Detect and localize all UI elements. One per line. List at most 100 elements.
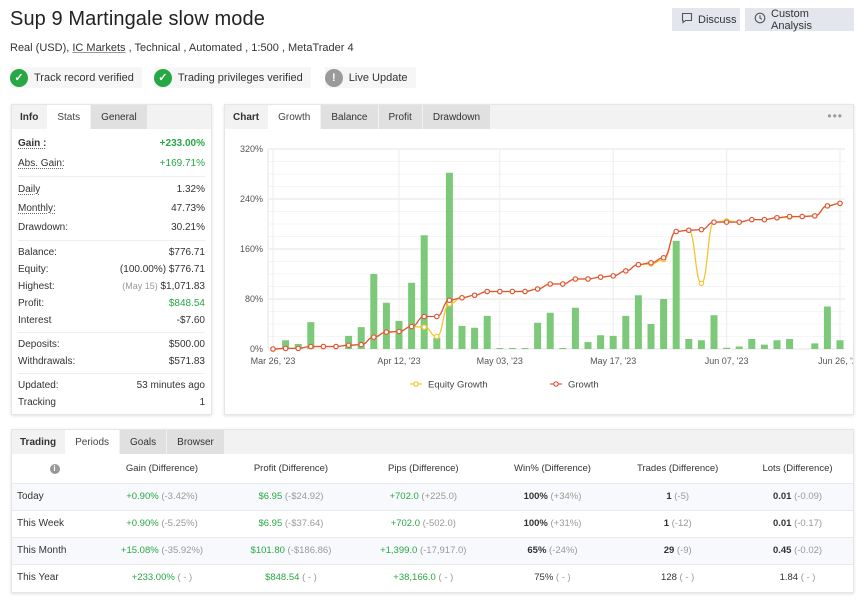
table-header-row: i Gain (Difference) Profit (Difference) … [12,454,853,483]
bar [483,315,491,349]
tab-general[interactable]: General [91,105,147,129]
bar [672,240,680,349]
chart-grid [267,148,845,350]
cell-difference: (-5.25%) [161,518,198,529]
cell-value: 65% [527,545,547,556]
period-label: This Year [12,563,97,591]
tab-drawdown[interactable]: Drawdown [422,105,491,129]
growth-point [295,345,302,352]
growth-point [698,226,705,233]
withdrawals-label: Withdrawals: [18,356,76,367]
bar [609,335,617,349]
withdrawals-value: $571.83 [168,356,205,367]
broker-link[interactable]: IC Markets [72,42,125,54]
tab-balance[interactable]: Balance [321,105,378,129]
y-tick-label: 240% [240,194,263,204]
tab-stats[interactable]: Stats [47,105,91,129]
tab-chart[interactable]: Chart [225,105,268,129]
growth-point [597,274,604,280]
badge-label: Live Update [348,71,408,84]
abs-gain-label[interactable]: Abs. Gain: [18,158,65,169]
cell-difference: ( - ) [679,572,695,584]
legend-label[interactable]: Growth [568,380,599,391]
tab-profit[interactable]: Profit [378,105,422,129]
divider [18,240,205,241]
custom-analysis-button[interactable]: Custom Analysis [745,7,854,32]
page-title: Sup 9 Martingale slow mode [10,8,265,30]
info-circle-icon[interactable]: i [49,463,60,474]
divider [18,332,205,333]
cell-difference: (-5) [674,491,690,502]
equity-growth-point [698,280,705,287]
growth-point [471,292,478,299]
growth-point [358,341,365,348]
legend-marker [553,381,559,387]
tab-trading[interactable]: Trading [12,430,65,454]
gain-value: +233.00% [159,137,205,149]
cell-difference: ( - ) [555,572,571,584]
growth-point [660,254,667,261]
bar [647,324,655,349]
column-header: Profit (Difference) [253,462,329,474]
cell-difference: (+225.0) [421,491,458,502]
growth-point [446,297,453,304]
bar [408,282,416,349]
exclamation-circle-icon: ! [324,68,343,87]
tracking-row: Tracking 1 [18,394,205,411]
balance-value: $776.71 [168,247,205,258]
daily-label[interactable]: Daily [18,184,40,195]
highest-label: Highest: [18,281,55,292]
custom-analysis-label: Custom Analysis [771,7,812,32]
cell-value: 128 [661,572,677,584]
cell-value: +15.08% [120,545,159,556]
growth-point [610,273,617,279]
growth-point [685,227,692,234]
bar [773,340,781,349]
discuss-button[interactable]: Discuss [672,8,740,31]
bar [559,348,567,349]
chart-ticks: 0% 80% 160% 240% 320% Mar 26, '23 Apr 12, '23 M… [240,144,853,366]
cell-value: 1 [663,518,669,529]
badge-live-update[interactable]: ! Live Update [324,67,416,88]
tab-info[interactable]: Info [12,105,47,129]
daily-row: Daily 1.32% [18,180,205,199]
tab-browser[interactable]: Browser [167,430,224,454]
growth-point [711,219,717,225]
growth-point [559,281,566,287]
period-label: Today [12,482,97,510]
more-horizontal-icon[interactable]: ••• [827,109,843,123]
gain-label[interactable]: Gain : [18,138,46,149]
tab-growth[interactable]: Growth [268,105,321,129]
cell-difference: (-$24.92) [284,491,324,502]
tab-goals[interactable]: Goals [120,430,167,454]
cell-value: +702.0 [389,491,419,502]
periods-panel: Trading Periods Goals Browser i Gain (Di… [11,429,854,593]
bar [597,335,605,349]
table-row: Today +0.90% (-3.42%) $6.95 (-$24.92) +702.… [12,482,853,510]
cell-value: +702.0 [390,518,420,529]
cell-difference: (-35.92%) [161,545,204,556]
account-subtitle: Real (USD), IC Markets , Technical , Aut… [10,42,354,54]
table-row: This Week +0.90% (-5.25%) $6.95 (-$37.64) +… [12,509,853,537]
growth-point [572,276,579,282]
monthly-row: Monthly: 47.73% [18,199,205,218]
growth-point [308,343,314,350]
cell-value: +38,166.0 [393,572,436,584]
table-cell: +15.08% (-35.92%) [97,536,227,564]
bar [584,342,592,349]
y-tick-label: 320% [240,144,263,154]
highest-row: Highest: (May 15) $1,071.83 [18,278,205,295]
legend-label[interactable]: Equity Growth [428,380,488,391]
check-circle-icon: ✓ [10,68,28,87]
table-cell: 1.84 ( - ) [742,563,853,591]
growth-point [383,329,390,335]
bar [634,295,642,349]
tab-periods[interactable]: Periods [65,430,120,454]
growth-point [484,288,491,295]
period-label: This Month [12,536,97,564]
bar [735,346,743,349]
column-header: Trades (Difference) [637,462,719,474]
divider [18,176,205,177]
cell-value: +0.90% [126,518,159,529]
monthly-label[interactable]: Monthly: [18,203,56,214]
